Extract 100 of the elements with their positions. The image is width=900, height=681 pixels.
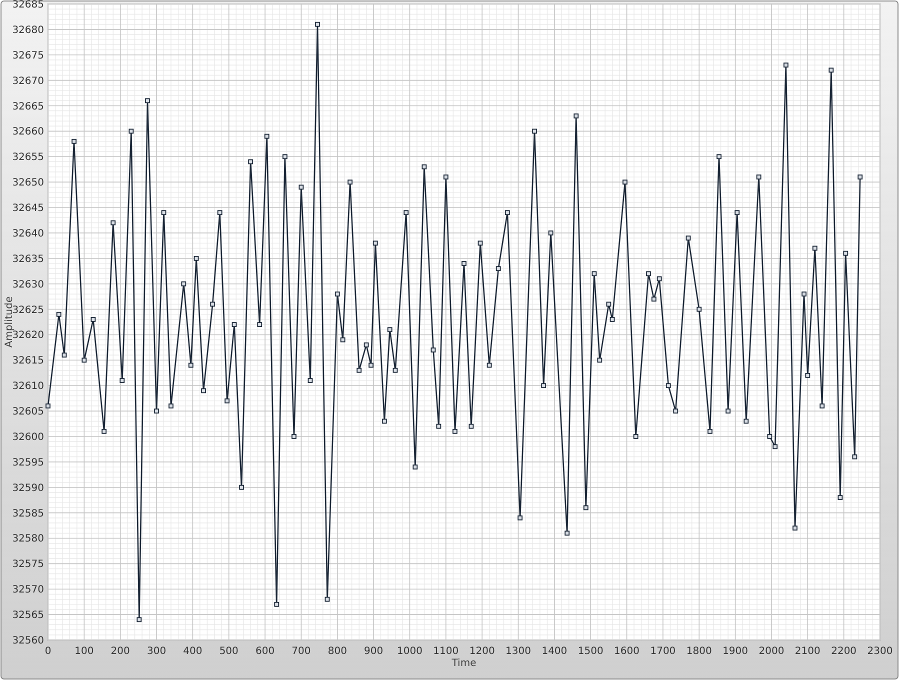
data-point-marker [56,312,62,317]
data-point-marker [597,358,602,363]
data-point-marker [168,404,174,408]
data-point-marker [564,530,570,536]
data-point-marker [264,134,270,139]
x-axis-title: Time [452,658,476,669]
x-tick-label: 2200 [831,646,857,657]
data-point-marker [656,276,662,282]
y-tick-label: 32580 [12,534,44,545]
data-point-marker [102,428,107,434]
y-tick-label: 32655 [12,152,44,164]
data-point-marker [224,398,230,404]
x-tick-label: 800 [328,646,347,657]
data-point-marker [392,368,398,373]
x-tick-label: 1700 [650,646,676,657]
x-tick-label: 300 [146,646,166,657]
data-point-marker [828,68,834,73]
data-point-marker [651,296,656,302]
data-point-marker [802,292,806,296]
y-tick-label: 32615 [12,356,44,367]
x-tick-label: 500 [219,646,238,657]
data-point-marker [248,159,254,164]
y-tick-label: 32565 [12,610,44,622]
data-point-marker [315,22,320,27]
data-point-marker [574,113,579,118]
data-point-marker [726,408,731,414]
data-point-marker [462,261,466,266]
x-tick-label: 1100 [433,646,459,657]
data-point-marker [161,210,166,216]
data-point-marker [805,372,810,378]
y-tick-label: 32585 [12,508,44,520]
data-point-marker [348,180,352,185]
data-point-marker [232,322,237,327]
data-point-marker [452,428,458,434]
data-point-marker [708,428,712,434]
data-point-marker [364,342,369,348]
data-point-marker [744,418,749,424]
data-point-marker [136,617,142,622]
x-tick-label: 700 [292,646,311,657]
data-point-marker [90,317,96,322]
data-point-marker [120,378,125,383]
data-point-marker [217,210,222,216]
data-point-marker [308,378,313,383]
data-point-marker [201,388,206,394]
data-point-marker [368,362,374,368]
y-tick-label: 32560 [12,636,44,646]
data-point-marker [772,444,778,450]
y-tick-label: 32600 [12,432,44,443]
data-point-marker [504,210,510,216]
data-point-marker [666,383,671,388]
data-point-marker [334,292,340,296]
x-tick-label: 1300 [506,646,531,657]
data-point-marker [422,164,427,170]
data-point-marker [181,281,186,286]
y-tick-label: 32660 [12,126,44,138]
data-point-marker [443,174,448,180]
y-tick-label: 32670 [12,76,44,87]
data-point-marker [734,210,740,216]
data-point-marker [292,434,296,439]
data-point-marker [340,337,346,342]
data-point-marker [478,240,483,246]
data-point-marker [436,424,442,429]
data-point-marker [606,302,612,307]
y-tick-label: 32685 [12,0,44,10]
y-tick-label: 32640 [12,228,44,240]
data-point-marker [412,464,418,470]
data-point-marker [646,271,651,276]
x-tick-label: 2000 [758,646,784,657]
data-point-marker [673,408,678,414]
data-point-marker [324,596,330,602]
data-point-marker [767,434,772,439]
data-point-marker [696,306,702,312]
x-tick-label: 400 [183,646,202,657]
y-tick-label: 32665 [12,101,44,112]
data-point-marker [72,138,76,144]
y-tick-label: 32680 [12,24,44,36]
data-point-marker [532,128,537,134]
x-tick-label: 1500 [578,646,604,657]
data-point-marker [257,322,262,327]
y-axis-title: Amplitude [4,296,15,348]
data-point-marker [716,154,722,160]
y-tick-label: 32645 [12,203,44,214]
data-point-marker [404,210,409,216]
y-tick-label: 32635 [12,254,44,265]
data-point-marker [852,454,858,460]
data-point-marker [838,495,843,500]
y-tick-label: 32610 [12,381,44,392]
data-point-marker [583,505,588,510]
data-point-marker [820,404,825,408]
y-tick-label: 32650 [12,178,44,189]
data-point-marker [784,62,788,68]
data-point-marker [298,184,304,190]
x-tick-label: 2100 [794,646,820,657]
x-tick-label: 900 [364,646,384,657]
data-point-marker [46,404,50,408]
data-point-marker [387,327,392,332]
data-point-marker [468,424,474,429]
x-tick-label: 100 [74,646,94,657]
data-point-marker [592,271,597,276]
data-point-marker [62,352,67,358]
